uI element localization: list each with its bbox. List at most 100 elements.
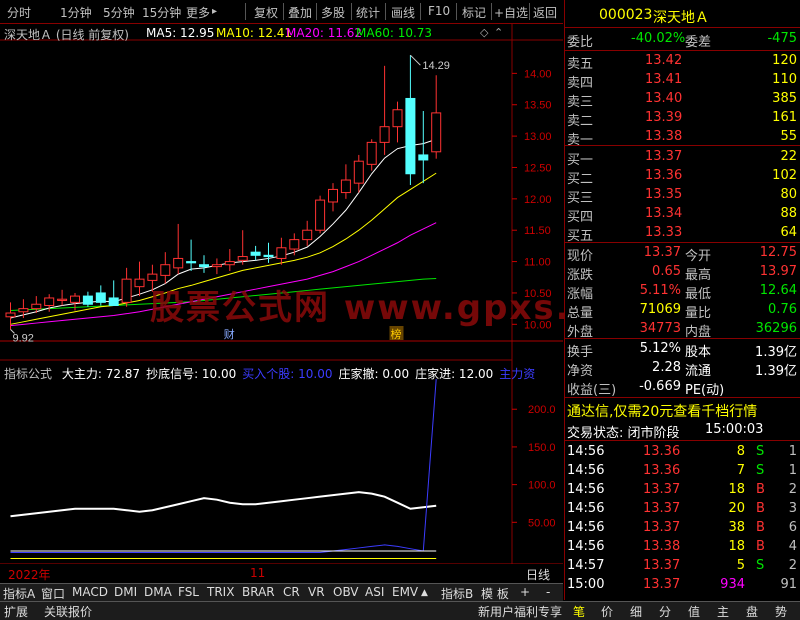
tab-1min[interactable]: 1分钟 [60, 4, 92, 21]
tick-row: 14:56 13.37 20 B 3 [565, 500, 800, 519]
bid-level-label: 买一 [567, 153, 594, 168]
tab-asi[interactable]: ASI [365, 585, 384, 599]
price-tick-label: 12.50 [524, 162, 552, 174]
toolbar-divider [420, 3, 421, 20]
overlay-button[interactable]: 叠加 [288, 4, 312, 21]
ask-level-row[interactable]: 卖三 13.40 385 [565, 90, 800, 110]
quote-stat-row: 涨幅 5.11% 最低 12.64 [565, 282, 800, 302]
bid-level-row[interactable]: 买五 13.33 64 [565, 224, 800, 244]
fundamental-value: 5.12% [639, 341, 681, 356]
promo-banner[interactable]: 通达信,仅需20元查看千档行情 [565, 400, 800, 421]
tab-trend[interactable]: 势 [775, 603, 787, 620]
stat-value: 12.64 [759, 283, 797, 298]
mark-button[interactable]: 标记 [462, 4, 486, 21]
candle-body [250, 251, 261, 256]
draw-line-button[interactable]: 画线 [391, 4, 415, 21]
indicator-series-line [10, 491, 437, 518]
tab-obv[interactable]: OBV [333, 585, 359, 599]
bid-level-row[interactable]: 买三 13.35 80 [565, 186, 800, 206]
statistics-button[interactable]: 统计 [356, 4, 380, 21]
tab-vr[interactable]: VR [308, 585, 325, 599]
tab-brar[interactable]: BRAR [242, 585, 275, 599]
add-watchlist-button[interactable]: +自选 [494, 4, 528, 21]
bid-level-row[interactable]: 买一 13.37 22 [565, 148, 800, 168]
tab-5min[interactable]: 5分钟 [103, 4, 135, 21]
candle-body [366, 141, 377, 165]
tab-board[interactable]: 盘 [746, 603, 758, 620]
tab-main[interactable]: 主 [717, 603, 729, 620]
tab-detail[interactable]: 细 [630, 603, 642, 620]
indicator-header: 指标公式 大主力: 72.87 抄底信号: 10.00 买入个股: 10.00 庄家撤… [4, 365, 541, 382]
ask-volume: 120 [772, 53, 797, 68]
period-label[interactable]: 日线 [526, 566, 550, 583]
tab-emv[interactable]: EMV [392, 585, 418, 599]
expand-button[interactable]: 扩展 [4, 603, 28, 620]
bid-level-row[interactable]: 买二 13.36 102 [565, 167, 800, 187]
tab-window[interactable]: 窗口 [41, 585, 65, 602]
new-user-promo-link[interactable]: 新用户福利专享 [478, 603, 562, 620]
multi-stock-button[interactable]: 多股 [321, 4, 345, 21]
list-event-label[interactable]: 榜 [391, 327, 402, 341]
zoom-in-button[interactable]: + [520, 585, 530, 599]
fundamental-value: 1.39亿 [755, 345, 797, 360]
candle [121, 267, 132, 307]
candle-body [31, 303, 42, 310]
tick-count: 91 [780, 577, 797, 592]
f10-button[interactable]: F10 [428, 4, 450, 18]
candle-body [57, 298, 68, 301]
tab-dmi[interactable]: DMI [114, 585, 137, 599]
promo-text[interactable]: 通达信,仅需20元查看千档行情 [567, 401, 757, 421]
zoom-out-button[interactable]: - [546, 585, 550, 599]
bid-level-label: 买二 [567, 172, 594, 187]
fundamental-label: 股本 [685, 345, 712, 360]
candle-body [211, 264, 222, 268]
tab-more[interactable]: 更多 [186, 4, 210, 21]
candle-body [121, 278, 132, 303]
tab-dma[interactable]: DMA [144, 585, 172, 599]
tab-15min[interactable]: 15分钟 [142, 4, 181, 21]
stat-label: 涨跌 [567, 268, 594, 283]
candle [315, 195, 326, 234]
ask-level-row[interactable]: 卖五 13.42 120 [565, 52, 800, 72]
status-bar: 扩展 关联报价 新用户福利专享 笔 价 细 分 值 主 盘 势 [0, 601, 800, 620]
tab-ticks[interactable]: 笔 [573, 603, 585, 620]
indicator-lines [10, 379, 437, 559]
toolbar-divider [529, 3, 530, 20]
tab-template[interactable]: 模 板 [481, 585, 509, 602]
tick-count: 2 [788, 482, 797, 497]
tick-count: 3 [788, 501, 797, 516]
quote-stat-row: 总量 71069 量比 0.76 [565, 301, 800, 321]
ask-level-row[interactable]: 卖四 13.41 110 [565, 71, 800, 91]
tab-cr[interactable]: CR [283, 585, 300, 599]
tab-minute[interactable]: 分 [659, 603, 671, 620]
back-button[interactable]: 返回 [533, 4, 557, 21]
candle-body [353, 160, 364, 184]
ma60-value: MA60: 10.73 [356, 26, 433, 40]
bid-price: 13.33 [645, 225, 683, 240]
weibi-value: -40.02% [631, 31, 686, 46]
chevron-up-icon[interactable]: ⌃ [494, 26, 503, 39]
stat-label: 现价 [567, 249, 594, 264]
stock-chart-title: 深天地Ａ (日线 前复权) [4, 28, 129, 42]
tab-macd[interactable]: MACD [72, 585, 108, 599]
tab-indicator-b[interactable]: 指标B [441, 585, 473, 602]
ask-level-row[interactable]: 卖二 13.39 161 [565, 109, 800, 129]
weicha-value: -475 [767, 31, 797, 46]
bid-level-row[interactable]: 买四 13.34 88 [565, 205, 800, 225]
tab-fsl[interactable]: FSL [178, 585, 199, 599]
tab-trix[interactable]: TRIX [207, 585, 234, 599]
tick-time: 14:56 [567, 501, 605, 516]
tab-price[interactable]: 价 [601, 603, 613, 620]
restore-right-button[interactable]: 复权 [254, 4, 278, 21]
caret-up-icon[interactable]: ▲ [421, 588, 428, 598]
bid-price: 13.36 [645, 168, 683, 183]
tab-intraday[interactable]: 分时 [7, 4, 31, 21]
indicator-name[interactable]: 指标公式 [4, 367, 52, 381]
tab-value[interactable]: 值 [688, 603, 700, 620]
tab-indicator-a[interactable]: 指标A [3, 585, 35, 602]
settings-diamond-icon[interactable]: ◇ [480, 26, 488, 39]
related-quotes-button[interactable]: 关联报价 [44, 603, 92, 620]
bid-volume: 88 [780, 206, 797, 221]
earnings-event-label[interactable]: 财 [224, 327, 235, 341]
chart-header: 深天地Ａ (日线 前复权) [4, 26, 129, 43]
